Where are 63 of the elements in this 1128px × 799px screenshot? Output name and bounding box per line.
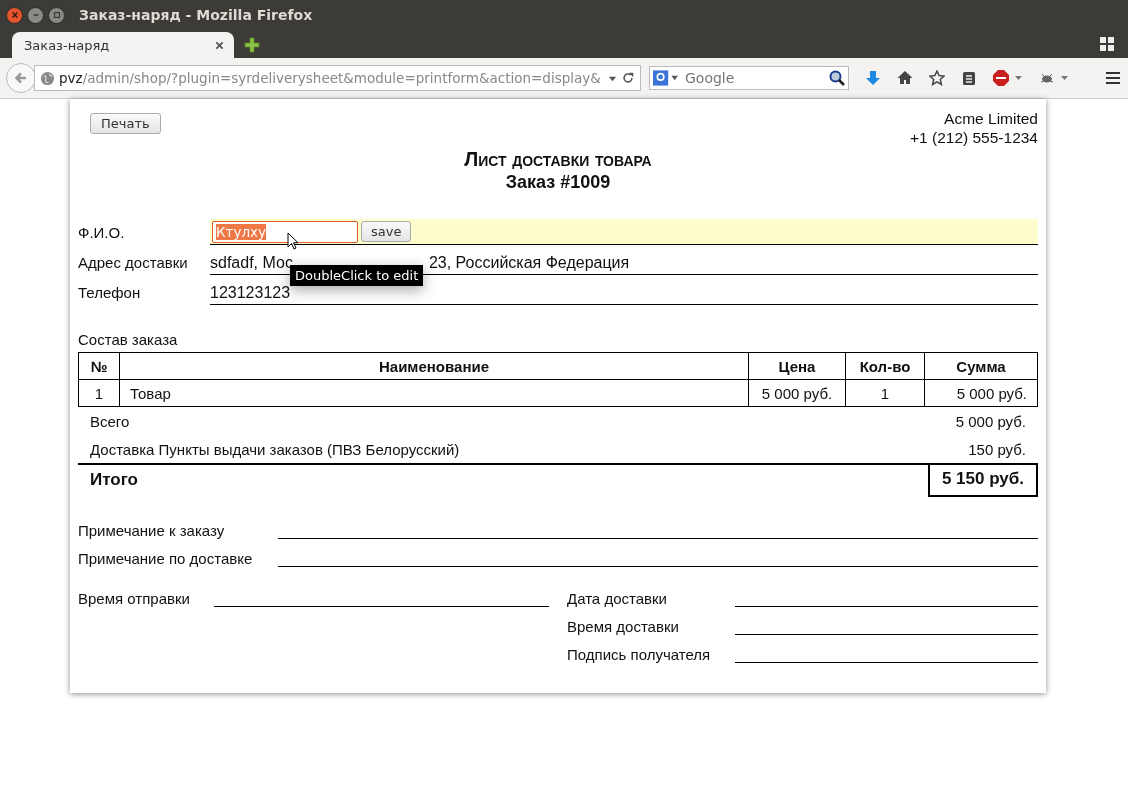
field-label: Ф.И.О. (78, 224, 126, 243)
company-phone: +1 (212) 555-1234 (910, 128, 1038, 147)
table-cell: 5 000 руб. (748, 379, 846, 407)
window-title: Заказ-наряд - Mozilla Firefox (79, 7, 313, 23)
column-header: Сумма (924, 352, 1038, 380)
back-button[interactable] (6, 63, 36, 93)
signature-label: Дата доставки (567, 590, 668, 607)
address-bar[interactable]: pvz/admin/shop/?plugin=syrdeliverysheet&module=printform&action=display& (34, 65, 641, 91)
order-caption: Состав заказа (78, 331, 179, 348)
summary-value: 5 000 руб. (955, 412, 1026, 430)
company-name: Acme Limited (944, 109, 1038, 128)
column-header: Наименование (119, 352, 749, 380)
column-header: Цена (748, 352, 846, 380)
total-value: 5 150 руб. (927, 463, 1038, 497)
column-header: Кол-во (845, 352, 925, 380)
note-label: Примечание к заказу (78, 522, 226, 539)
field-value: 123123123 (210, 284, 291, 302)
close-tab-icon[interactable] (215, 40, 224, 50)
order-number: Заказ #1009 (505, 172, 611, 193)
close-icon (10, 11, 19, 19)
summary-value: 150 руб. (968, 440, 1026, 458)
document-title: Лист доставки товара (464, 148, 652, 171)
save-button[interactable]: save (361, 221, 412, 242)
table-cell: 1 (78, 379, 120, 407)
field-label: Адрес доставки (78, 254, 189, 273)
url-text: pvz/admin/shop/?plugin=syrdeliverysheet&module=printform&action=display& (59, 70, 602, 86)
summary-label: Доставка Пункты выдачи заказов (ПВЗ Белорусский) (90, 440, 460, 458)
summary-label: Всего (90, 412, 130, 430)
note-label: Примечание по доставке (78, 550, 254, 567)
signature-label: Время доставки (567, 618, 680, 635)
address-text-start: sdfadf, Мос (210, 254, 293, 272)
browser-tab[interactable]: Заказ-наряд (12, 32, 234, 58)
search-icon[interactable] (829, 70, 845, 86)
reload-icon[interactable] (621, 71, 635, 85)
tab-groups-icon[interactable] (1100, 37, 1114, 51)
close-button[interactable] (6, 6, 23, 24)
search-bar[interactable]: Google (649, 66, 849, 90)
menu-icon[interactable] (1104, 70, 1122, 86)
table-cell: 5 000 руб. (924, 379, 1038, 407)
total-label: Итого (89, 470, 138, 490)
minimize-button[interactable] (27, 6, 44, 24)
minimize-icon (31, 11, 40, 19)
new-tab-icon[interactable] (244, 37, 260, 53)
search-engine-icon[interactable] (653, 70, 679, 86)
maximize-button[interactable] (48, 6, 65, 24)
table-cell: 1 (845, 379, 925, 407)
bookmark-star-icon[interactable] (929, 70, 945, 86)
field-label: Телефон (78, 284, 142, 303)
signature-label: Подпись получателя (567, 646, 712, 663)
back-arrow-icon (13, 70, 29, 86)
home-icon[interactable] (897, 70, 913, 86)
table-cell: Товар (119, 379, 749, 407)
signature-label: Время отправки (78, 590, 191, 607)
address-text-end: 23, Российская Федерация (428, 254, 630, 272)
clipboard-icon[interactable] (961, 70, 977, 86)
search-field[interactable]: Google (683, 69, 825, 87)
print-button[interactable]: Печать (90, 113, 161, 134)
globe-icon (40, 70, 55, 86)
download-icon[interactable] (865, 70, 881, 86)
adblock-icon[interactable] (993, 70, 1023, 86)
column-header: № (78, 352, 120, 380)
tooltip: DoubleClick to edit (290, 265, 424, 286)
maximize-icon (52, 11, 61, 19)
